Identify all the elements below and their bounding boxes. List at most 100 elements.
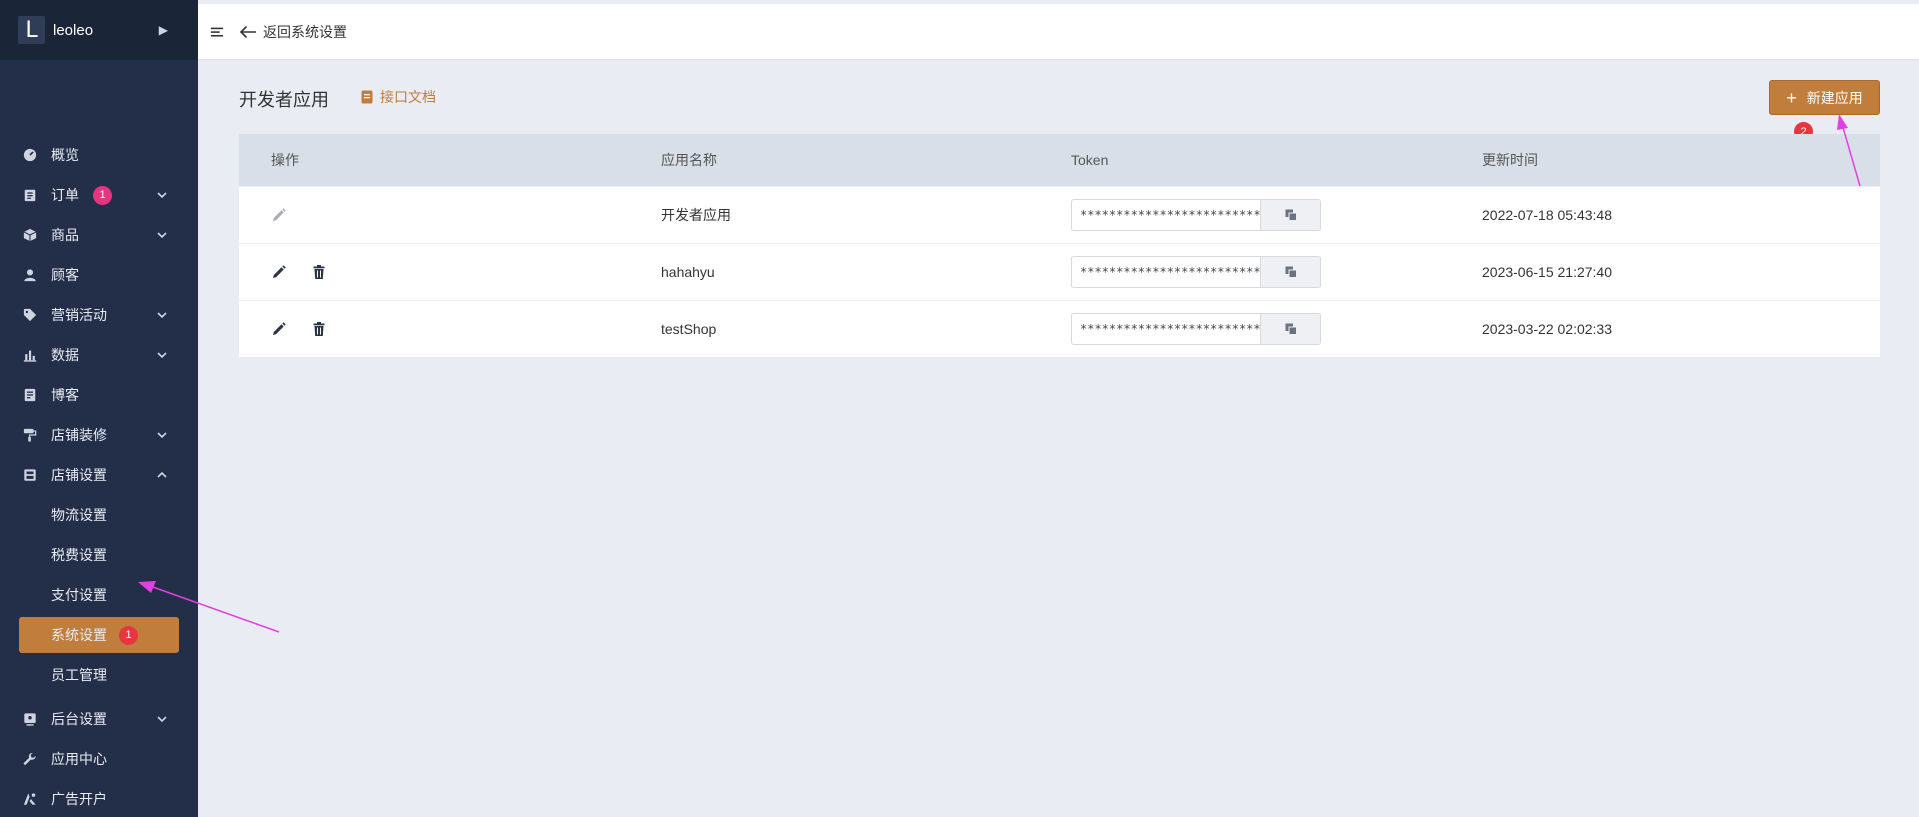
copy-icon (1285, 323, 1297, 335)
column-header-updated-at: 更新时间 (1482, 152, 1538, 168)
sidebar-subitem-payment[interactable]: 支付设置 (0, 575, 198, 615)
copy-token-button[interactable] (1260, 200, 1320, 230)
api-docs-link[interactable]: 接口文档 (361, 87, 436, 107)
table-row: testShop 2023-03-22 02:02:33 (239, 300, 1880, 357)
token-field (1071, 256, 1321, 288)
sidebar-item-store-settings[interactable]: 店铺设置 (0, 455, 198, 495)
token-cell (1071, 187, 1321, 243)
chevron-up-icon (157, 467, 167, 478)
sidebar-item-label: 后台设置 (51, 711, 107, 727)
step-marker-1: 1 (119, 625, 138, 645)
chevron-down-icon (157, 711, 167, 723)
api-docs-label: 接口文档 (380, 89, 436, 105)
annotation-overlay (138, 114, 1861, 633)
sidebar-item-label: 商品 (51, 227, 79, 243)
sidebar-item-label: 营销活动 (51, 307, 107, 323)
doc-icon (361, 90, 373, 104)
row-actions (271, 187, 311, 243)
sidebar-item-marketing[interactable]: 营销活动 (0, 295, 198, 335)
token-cell (1071, 301, 1321, 357)
copy-token-button[interactable] (1260, 314, 1320, 344)
table-row: hahahyu 2023-06-15 21:27:40 (239, 243, 1880, 300)
store-name: leoleo (53, 21, 94, 39)
token-field (1071, 313, 1321, 345)
trash-icon[interactable] (311, 264, 327, 280)
column-header-token: Token (1071, 152, 1109, 168)
copy-token-button[interactable] (1260, 257, 1320, 287)
sidebar-subitem-shipping[interactable]: 物流设置 (0, 495, 198, 535)
ads-icon (23, 792, 37, 806)
sidebar-subitem-label: 支付设置 (51, 587, 107, 603)
sidebar-item-ads[interactable]: 广告开户 (0, 779, 198, 817)
developer-apps-table: 操作 应用名称 Token 更新时间 开发者应用 2022-07-18 05:4… (239, 134, 1880, 357)
updated-at: 2023-03-22 02:02:33 (1482, 321, 1612, 337)
orders-count-badge: 1 (93, 185, 112, 205)
sidebar-item-analytics[interactable]: 数据 (0, 335, 198, 375)
chevron-down-icon (157, 227, 167, 239)
edit-icon[interactable] (271, 207, 287, 223)
sidebar-item-label: 博客 (51, 387, 79, 403)
store-icon (23, 468, 37, 482)
sidebar-subitem-system-settings[interactable]: 系统设置 1 (19, 617, 179, 653)
table-row: 开发者应用 2022-07-18 05:43:48 (239, 186, 1880, 243)
top-bar: 返回系统设置 (198, 4, 1919, 60)
new-app-button-label: 新建应用 (1806, 89, 1863, 106)
token-input[interactable] (1072, 314, 1261, 344)
chevron-down-icon (157, 347, 167, 359)
column-header-actions: 操作 (271, 152, 299, 168)
caret-right-icon: ▶ (158, 23, 168, 37)
sidebar-item-products[interactable]: 商品 (0, 215, 198, 255)
copy-icon (1285, 209, 1297, 221)
monitor-icon (23, 712, 37, 726)
sidebar-item-label: 数据 (51, 347, 79, 363)
chevron-down-icon (157, 427, 167, 439)
sidebar-item-blog[interactable]: 博客 (0, 375, 198, 415)
sidebar-item-label: 广告开户 (51, 791, 107, 807)
bar-chart-icon (23, 348, 37, 362)
edit-icon[interactable] (271, 264, 287, 280)
wrench-icon (23, 752, 37, 766)
store-switcher[interactable]: L leoleo ▶ (0, 0, 198, 60)
sidebar-item-label: 应用中心 (51, 751, 107, 767)
column-header-app-name: 应用名称 (661, 152, 717, 168)
back-to-system-settings-link[interactable]: 返回系统设置 (239, 22, 347, 42)
row-actions (271, 244, 351, 300)
updated-at: 2022-07-18 05:43:48 (1482, 207, 1612, 223)
sidebar-item-orders[interactable]: 订单 1 (0, 175, 198, 215)
sidebar-item-theme[interactable]: 店铺装修 (0, 415, 198, 455)
token-field (1071, 199, 1321, 231)
row-actions (271, 301, 351, 357)
token-input[interactable] (1072, 257, 1261, 287)
user-icon (23, 268, 37, 282)
menu-toggle-icon[interactable] (209, 24, 225, 40)
token-cell (1071, 244, 1321, 300)
chevron-down-icon (157, 307, 167, 319)
sidebar-subitem-label: 物流设置 (51, 507, 107, 523)
sidebar-item-admin-settings[interactable]: 后台设置 (0, 699, 198, 739)
sidebar-subitem-tax[interactable]: 税费设置 (0, 535, 198, 575)
app-name: 开发者应用 (661, 207, 731, 223)
new-app-button[interactable]: + 新建应用 (1769, 80, 1880, 115)
tag-icon (23, 308, 37, 322)
sidebar: L leoleo ▶ 概览 订单 1 商品 顾客 营销活动 数据 博客 店铺装修… (0, 0, 198, 817)
sidebar-item-app-center[interactable]: 应用中心 (0, 739, 198, 779)
trash-icon[interactable] (311, 321, 327, 337)
sidebar-item-label: 店铺装修 (51, 427, 107, 443)
sidebar-subitem-label: 税费设置 (51, 547, 107, 563)
sidebar-item-overview[interactable]: 概览 (0, 135, 198, 175)
page-title: 开发者应用 (239, 90, 329, 110)
sidebar-item-label: 概览 (51, 147, 79, 163)
sidebar-item-label: 店铺设置 (51, 467, 107, 483)
sidebar-item-label: 顾客 (51, 267, 79, 283)
clipboard-icon (23, 188, 37, 202)
sidebar-subitem-staff[interactable]: 员工管理 (0, 655, 198, 695)
plus-icon: + (1786, 87, 1797, 108)
token-input[interactable] (1072, 200, 1261, 230)
sidebar-item-customers[interactable]: 顾客 (0, 255, 198, 295)
store-logo: L (18, 16, 45, 44)
updated-at: 2023-06-15 21:27:40 (1482, 264, 1612, 280)
chevron-down-icon (157, 187, 167, 199)
box-icon (23, 228, 37, 242)
edit-icon[interactable] (271, 321, 287, 337)
copy-icon (1285, 266, 1297, 278)
